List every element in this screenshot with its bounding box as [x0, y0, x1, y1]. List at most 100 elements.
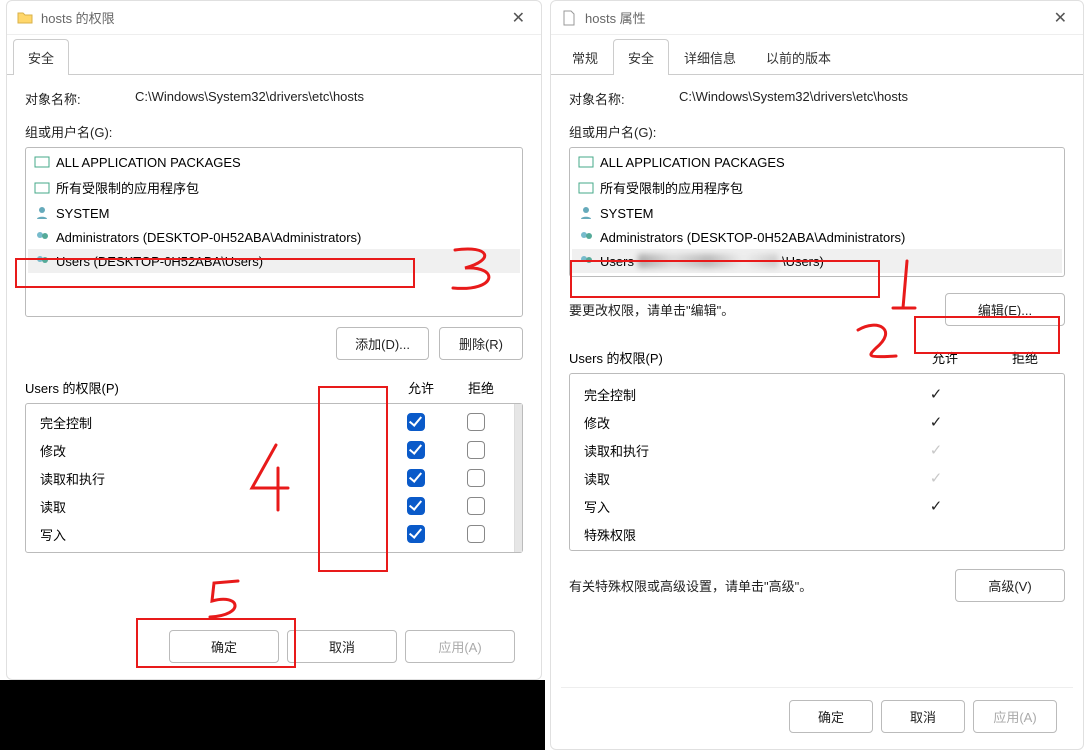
perm-name: 完全控制	[34, 413, 386, 432]
user-icon	[578, 205, 594, 221]
package-icon	[34, 154, 50, 170]
principals-listbox[interactable]: ALL APPLICATION PACKAGES 所有受限制的应用程序包 SYS…	[25, 147, 523, 317]
perm-title: Users 的权限(P)	[25, 378, 391, 397]
list-item[interactable]: 所有受限制的应用程序包	[572, 174, 1062, 201]
group-icon	[578, 253, 594, 269]
deny-checkbox[interactable]	[467, 441, 485, 459]
perm-row: 读取✓	[578, 464, 1056, 492]
ok-button[interactable]: 确定	[169, 630, 279, 663]
allow-mark: ✓	[930, 386, 943, 403]
list-item-users[interactable]: Users (DESKTOP-0H52ABA\Users)	[28, 249, 520, 273]
apply-button[interactable]: 应用(A)	[405, 630, 515, 663]
permissions-dialog: hosts 的权限 ✕ 安全 对象名称: C:\Windows\System32…	[6, 0, 542, 680]
titlebar-left: hosts 的权限 ✕	[7, 1, 541, 35]
perm-name: 读取和执行	[578, 441, 896, 460]
perm-name: 修改	[578, 413, 896, 432]
list-item-label: SYSTEM	[600, 206, 653, 221]
principals-listbox[interactable]: ALL APPLICATION PACKAGES 所有受限制的应用程序包 SYS…	[569, 147, 1065, 277]
list-item-label: Administrators (DESKTOP-0H52ABA\Administ…	[56, 230, 361, 245]
object-name-value: C:\Windows\System32\drivers\etc\hosts	[679, 89, 908, 108]
apply-button[interactable]: 应用(A)	[973, 700, 1057, 733]
window-title: hosts 的权限	[41, 8, 506, 27]
permissions-list: 完全控制 修改 读取和执行 读取	[25, 403, 523, 553]
tabs: 常规 安全 详细信息 以前的版本	[551, 39, 1083, 75]
advanced-button[interactable]: 高级(V)	[955, 569, 1065, 602]
deny-checkbox[interactable]	[467, 525, 485, 543]
allow-checkbox[interactable]	[407, 525, 425, 543]
cancel-button[interactable]: 取消	[287, 630, 397, 663]
perm-row: 特殊权限	[578, 520, 1056, 548]
tab-details[interactable]: 详细信息	[669, 39, 751, 75]
close-icon[interactable]: ✕	[506, 8, 531, 28]
perm-row: 写入 ✓	[578, 492, 1056, 520]
col-allow: 允许	[905, 348, 985, 367]
list-item-label: SYSTEM	[56, 206, 109, 221]
allow-checkbox[interactable]	[407, 441, 425, 459]
perm-row: 写入	[34, 520, 506, 548]
titlebar-right: hosts 属性 ✕	[551, 1, 1083, 35]
tab-general[interactable]: 常规	[557, 39, 613, 75]
list-item[interactable]: Administrators (DESKTOP-0H52ABA\Administ…	[572, 225, 1062, 249]
perm-row: 读取	[34, 492, 506, 520]
allow-mark: ✓	[930, 414, 943, 431]
list-item[interactable]: SYSTEM	[28, 201, 520, 225]
list-item-label: Users (DESKTOP-0H52ABA\Users)	[56, 254, 263, 269]
perm-name: 写入	[578, 497, 896, 516]
perm-name: 修改	[34, 441, 386, 460]
list-item-users[interactable]: Usersxxxx\Users)	[572, 249, 1062, 273]
permissions-list: 完全控制✓修改✓读取和执行✓读取✓写入✓特殊权限	[569, 373, 1065, 551]
list-item[interactable]: ALL APPLICATION PACKAGES	[572, 150, 1062, 174]
allow-checkbox[interactable]	[407, 413, 425, 431]
group-icon	[578, 229, 594, 245]
perm-row: 修改	[34, 436, 506, 464]
group-users-label: 组或用户名(G):	[569, 122, 1065, 141]
col-allow: 允许	[391, 378, 451, 397]
allow-mark: ✓	[930, 498, 943, 515]
deny-checkbox[interactable]	[467, 413, 485, 431]
perm-name: 特殊权限	[578, 525, 896, 544]
window-title: hosts 属性	[585, 8, 1048, 27]
allow-checkbox[interactable]	[407, 469, 425, 487]
allow-mark: ✓	[930, 470, 943, 487]
allow-checkbox[interactable]	[407, 497, 425, 515]
tab-previous[interactable]: 以前的版本	[751, 39, 846, 75]
list-item[interactable]: Administrators (DESKTOP-0H52ABA\Administ…	[28, 225, 520, 249]
deny-checkbox[interactable]	[467, 469, 485, 487]
tab-security[interactable]: 安全	[13, 39, 69, 75]
group-users-label: 组或用户名(G):	[25, 122, 523, 141]
perm-row: 修改 ✓	[578, 408, 1056, 436]
tabs: 安全	[7, 39, 541, 75]
ok-button[interactable]: 确定	[789, 700, 873, 733]
group-icon	[34, 253, 50, 269]
add-button[interactable]: 添加(D)...	[336, 327, 429, 360]
list-item-label: 所有受限制的应用程序包	[600, 178, 743, 197]
col-deny: 拒绝	[451, 378, 511, 397]
perm-title: Users 的权限(P)	[569, 348, 905, 367]
cancel-button[interactable]: 取消	[881, 700, 965, 733]
black-strip	[0, 680, 545, 750]
list-item[interactable]: 所有受限制的应用程序包	[28, 174, 520, 201]
perm-row: 读取和执行	[34, 464, 506, 492]
edit-button[interactable]: 编辑(E)...	[945, 293, 1065, 326]
remove-button[interactable]: 删除(R)	[439, 327, 523, 360]
list-item-label: ALL APPLICATION PACKAGES	[600, 155, 785, 170]
user-icon	[34, 205, 50, 221]
perm-row: 读取和执行✓	[578, 436, 1056, 464]
list-item-label: Administrators (DESKTOP-0H52ABA\Administ…	[600, 230, 905, 245]
list-item-label: Usersxxxx\Users)	[600, 254, 824, 269]
perm-name: 读取和执行	[34, 469, 386, 488]
properties-dialog: hosts 属性 ✕ 常规 安全 详细信息 以前的版本 对象名称: C:\Win…	[550, 0, 1084, 750]
scrollbar[interactable]	[514, 404, 522, 552]
deny-checkbox[interactable]	[467, 497, 485, 515]
object-name-label: 对象名称:	[25, 89, 135, 108]
package-icon	[34, 180, 50, 196]
edit-hint: 要更改权限，请单击"编辑"。	[569, 300, 945, 319]
close-icon[interactable]: ✕	[1048, 8, 1073, 28]
list-item[interactable]: ALL APPLICATION PACKAGES	[28, 150, 520, 174]
list-item[interactable]: SYSTEM	[572, 201, 1062, 225]
tab-security[interactable]: 安全	[613, 39, 669, 75]
package-icon	[578, 154, 594, 170]
package-icon	[578, 180, 594, 196]
file-icon	[561, 10, 577, 26]
perm-name: 完全控制	[578, 385, 896, 404]
